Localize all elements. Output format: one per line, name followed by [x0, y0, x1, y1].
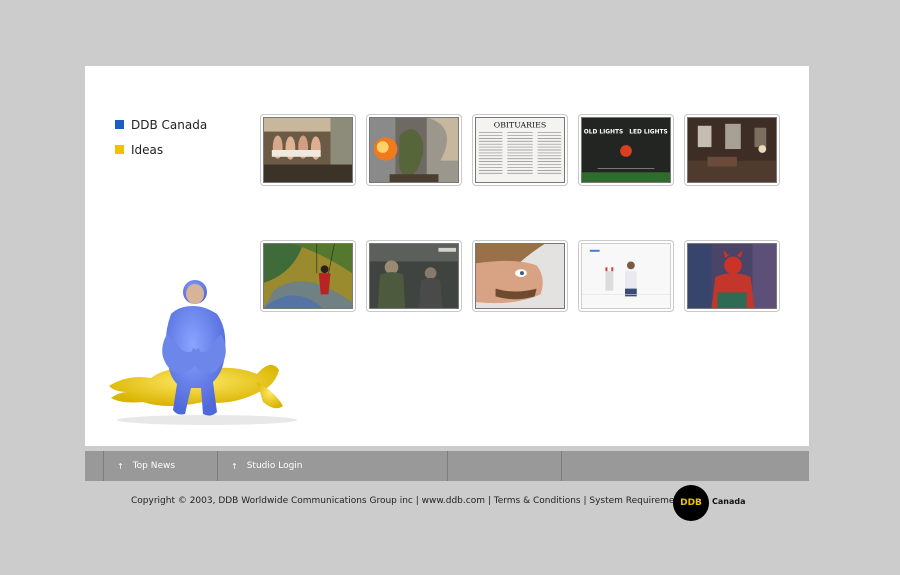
thumbnail-red-devil[interactable]	[684, 240, 780, 312]
main-nav: DDB Canada Ideas	[115, 112, 207, 162]
thumbnail-image	[369, 243, 459, 309]
copyright-text: Copyright © 2003, DDB Worldwide Communic…	[131, 496, 695, 506]
svg-text:OBITUARIES: OBITUARIES	[494, 121, 546, 130]
thumbnail-obituaries[interactable]: OBITUARIES	[472, 114, 568, 186]
nav-item-label: DDB Canada	[131, 117, 208, 132]
thumbnail-image	[263, 117, 353, 183]
thumbnail-white-room[interactable]	[578, 240, 674, 312]
thumbnail-face-closeup[interactable]	[472, 240, 568, 312]
thumbnail-image: OBITUARIES	[475, 117, 565, 183]
thumbnail-image	[475, 243, 565, 309]
svg-text:LED LIGHTS: LED LIGHTS	[629, 130, 667, 136]
nav-item-label: Ideas	[131, 142, 164, 157]
content-panel: DDB Canada Ideas OBITUARIES OLD LIGHTS L…	[85, 66, 809, 446]
thumbnail-image	[581, 243, 671, 309]
footer-nav-bar: ↑ Top News ↑ Studio Login	[85, 451, 809, 481]
logo-text: DDB	[680, 498, 702, 508]
thumbnail-image	[687, 117, 777, 183]
logo-region-label: Canada	[712, 497, 746, 506]
thumbnail-old-led-lights[interactable]: OLD LIGHTS LED LIGHTS	[578, 114, 674, 186]
top-news-label: Top News	[132, 461, 176, 471]
thumbnail-dark-room[interactable]	[684, 114, 780, 186]
ddb-logo[interactable]: DDB	[673, 485, 709, 521]
mascot-illustration	[107, 274, 307, 426]
studio-login-label: Studio Login	[246, 461, 303, 471]
nav-item-ddb-canada[interactable]: DDB Canada	[115, 112, 207, 137]
thumbnail-image: OLD LIGHTS LED LIGHTS	[581, 117, 671, 183]
nav-item-ideas[interactable]: Ideas	[115, 137, 207, 162]
yellow-square-icon	[115, 145, 124, 154]
footer-divider	[217, 451, 218, 481]
svg-text:OLD LIGHTS: OLD LIGHTS	[584, 130, 623, 136]
footer-divider	[561, 451, 562, 481]
thumbnail-men-in-towels[interactable]	[260, 114, 356, 186]
footer-divider	[103, 451, 104, 481]
top-news-link[interactable]: ↑ Top News	[117, 451, 175, 481]
arrow-up-icon: ↑	[231, 461, 238, 471]
thumbnail-soldiers[interactable]	[366, 240, 462, 312]
footer-divider	[447, 451, 448, 481]
thumbnail-fire-creature[interactable]	[366, 114, 462, 186]
thumbnail-image	[369, 117, 459, 183]
thumbnail-image	[687, 243, 777, 309]
studio-login-link[interactable]: ↑ Studio Login	[231, 451, 303, 481]
blue-square-icon	[115, 120, 124, 129]
arrow-up-icon: ↑	[117, 461, 124, 471]
